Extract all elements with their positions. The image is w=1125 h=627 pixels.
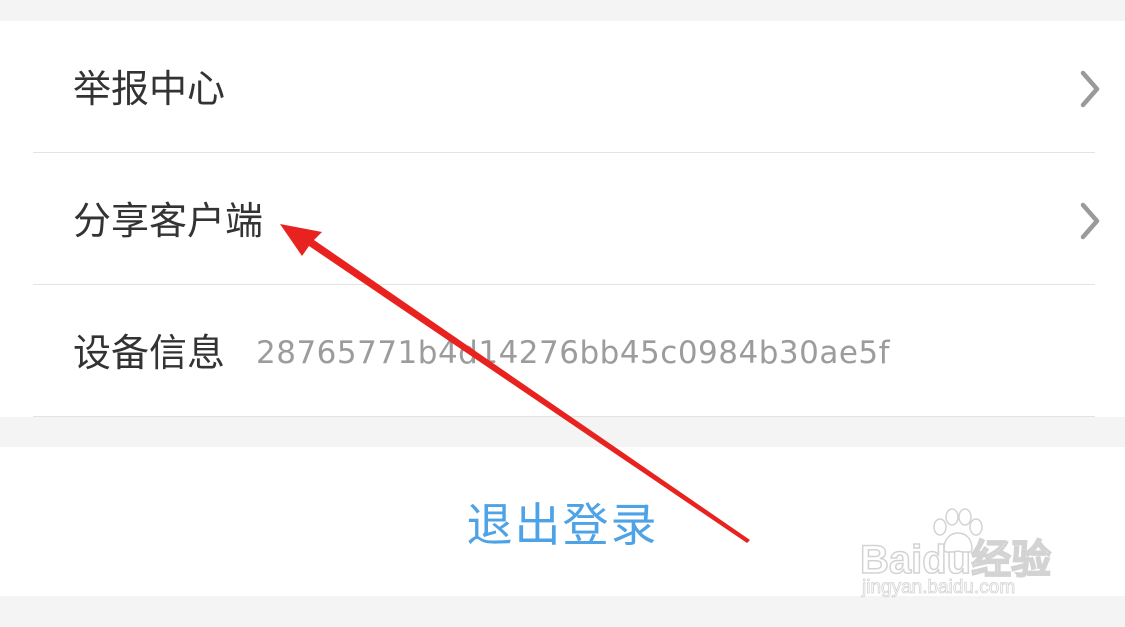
settings-row-report-center[interactable]: 举报中心 xyxy=(0,21,1125,153)
chevron-right-icon xyxy=(1080,202,1100,240)
settings-list: 举报中心 分享客户端 设备信息 28765771b4d14276bb45c098… xyxy=(0,21,1125,417)
watermark-url: jingyan.baidu.com xyxy=(862,577,1016,599)
settings-row-device-info: 设备信息 28765771b4d14276bb45c0984b30ae5f xyxy=(0,285,1125,417)
settings-row-label: 分享客户端 xyxy=(73,199,264,243)
settings-row-share-client[interactable]: 分享客户端 xyxy=(0,153,1125,285)
baidu-jingyan-watermark: Baidu经验 jingyan.baidu.com xyxy=(859,505,1070,605)
settings-row-label: 设备信息 xyxy=(73,331,226,375)
settings-page: 举报中心 分享客户端 设备信息 28765771b4d14276bb45c098… xyxy=(0,0,1125,627)
row-divider xyxy=(33,416,1095,417)
settings-row-label: 举报中心 xyxy=(73,67,226,111)
chevron-right-icon xyxy=(1080,70,1100,108)
device-id-value: 28765771b4d14276bb45c0984b30ae5f xyxy=(256,335,891,371)
